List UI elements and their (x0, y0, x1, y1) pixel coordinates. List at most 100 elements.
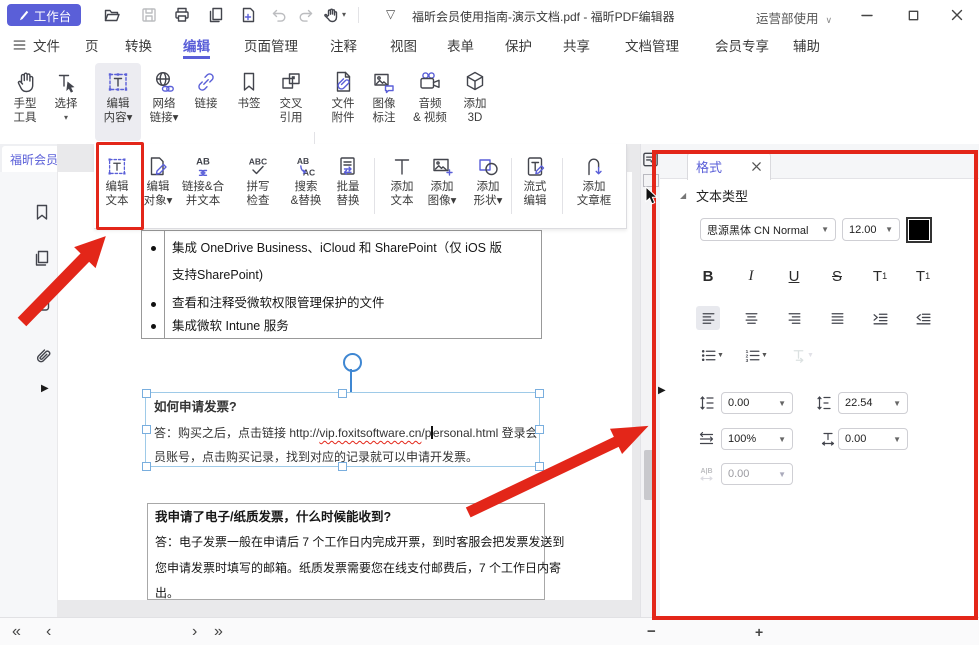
selection-handle[interactable] (535, 389, 544, 398)
right-panel-expand-arrow[interactable]: ▶ (658, 385, 666, 396)
collapse-toolbar-icon[interactable]: ▽ (386, 7, 395, 21)
font-family-select[interactable]: 思源黑体 CN Normal▼ (700, 218, 836, 241)
format-tab-close-icon[interactable] (751, 161, 762, 172)
numbered-list-button[interactable]: 123▼ (740, 343, 772, 367)
redo-icon[interactable] (298, 6, 316, 24)
zoom-out-button[interactable]: − (647, 618, 656, 645)
edit-content-button[interactable]: 编辑内容▾ (95, 63, 141, 141)
align-right-button[interactable] (782, 306, 806, 330)
flow-edit-button[interactable]: 流式编辑 (514, 148, 556, 224)
spell-check-button[interactable]: ABC 拼写检查 (236, 148, 280, 224)
rotation-handle[interactable] (343, 353, 362, 372)
web-link-button[interactable]: 网络链接▾ (142, 63, 186, 141)
add-image-button[interactable]: 添加图像▾ (420, 148, 464, 224)
prev-page-button[interactable]: ‹ (46, 618, 51, 645)
font-color-swatch[interactable] (906, 217, 932, 243)
underline-button[interactable]: U (780, 263, 808, 289)
left-panel-expand-arrow[interactable]: ▶ (41, 383, 49, 394)
hand-mode-dropdown-arrow[interactable]: ▾ (342, 10, 346, 19)
strikethrough-button[interactable]: S (823, 263, 851, 289)
menu-comment[interactable]: 注释 (330, 30, 357, 59)
link-merge-text-button[interactable]: AB 链接&合并文本 (177, 148, 229, 224)
hand-tool-button[interactable]: 手型工具 (3, 63, 47, 141)
menu-view[interactable]: 视图 (390, 30, 417, 59)
close-button[interactable] (935, 0, 979, 30)
section-collapse-arrow[interactable]: ◢ (680, 191, 686, 200)
horizontal-scale-select[interactable]: 100%▼ (721, 428, 793, 450)
line-height-select[interactable]: 22.54▼ (838, 392, 908, 414)
save-icon[interactable] (140, 6, 158, 24)
add-article-box-button[interactable]: 添加文章框 (566, 148, 622, 224)
align-center-button[interactable] (739, 306, 763, 330)
format-tab[interactable]: 格式 (687, 152, 771, 180)
menu-page-organize[interactable]: 页面管理 (244, 30, 298, 59)
edit-text-button[interactable]: 编辑文本 (95, 148, 139, 224)
account-menu[interactable]: 运营部使用 ∨ (756, 8, 832, 27)
selection-handle[interactable] (535, 462, 544, 471)
link-button[interactable]: 链接 (184, 63, 228, 141)
add-shape-button[interactable]: 添加形状▾ (466, 148, 510, 224)
minimize-button[interactable] (845, 0, 889, 30)
selection-handle[interactable] (142, 389, 151, 398)
format-panel-toggle-icon[interactable] (641, 150, 660, 169)
add-3d-button[interactable]: 添加3D (453, 63, 497, 141)
zoom-in-button[interactable]: + (755, 618, 763, 645)
menu-edit[interactable]: 编辑 (183, 30, 210, 59)
kerning-select[interactable]: 0.00▼ (721, 463, 793, 485)
cross-reference-button[interactable]: 交叉引用 (269, 63, 313, 141)
word-spacing-select[interactable]: 0.00▼ (838, 428, 908, 450)
align-left-button[interactable] (696, 306, 720, 330)
batch-replace-button[interactable]: 批量替换 (326, 148, 370, 224)
superscript-button[interactable]: T1 (866, 263, 894, 289)
selected-text-box[interactable]: 如何申请发票? 答：购买之后，点击链接 http://vip.foxitsoft… (145, 392, 540, 467)
italic-button[interactable]: I (737, 263, 765, 289)
subscript-button[interactable]: T1 (909, 263, 937, 289)
selection-handle[interactable] (338, 462, 347, 471)
menu-member[interactable]: 会员专享 (715, 30, 769, 59)
menu-protect[interactable]: 保护 (505, 30, 532, 59)
menu-convert[interactable]: 转换 (125, 30, 152, 59)
selection-handle[interactable] (142, 462, 151, 471)
next-page-button[interactable]: › (192, 618, 197, 645)
maximize-button[interactable] (891, 0, 935, 30)
image-annotation-button[interactable]: 图像标注 (362, 63, 406, 141)
bold-button[interactable]: B (694, 263, 722, 289)
new-page-icon[interactable] (239, 6, 257, 24)
menu-assist[interactable]: 辅助 (793, 30, 820, 59)
font-size-select[interactable]: 12.00▼ (842, 218, 900, 241)
increase-indent-button[interactable] (868, 306, 892, 330)
bullet-list-button[interactable]: ▼ (696, 343, 728, 367)
decrease-indent-button[interactable] (911, 306, 935, 330)
menu-share[interactable]: 共享 (563, 30, 590, 59)
open-file-icon[interactable] (103, 6, 121, 24)
text-direction-button[interactable]: ▼ (786, 343, 818, 367)
menu-file[interactable]: 文件 (33, 30, 60, 59)
bookmark-button[interactable]: 书签 (227, 63, 271, 141)
first-page-button[interactable]: « (12, 618, 21, 645)
attachments-panel-icon[interactable] (32, 345, 52, 365)
bookmarks-panel-icon[interactable] (32, 202, 52, 222)
document-scrollbar-thumb[interactable] (644, 450, 656, 500)
last-page-button[interactable]: » (214, 618, 223, 645)
hand-mode-icon[interactable] (322, 6, 340, 24)
edit-object-button[interactable]: 编辑对象▾ (136, 148, 180, 224)
search-replace-button[interactable]: ABAC 搜索&替换 (284, 148, 328, 224)
selection-handle[interactable] (142, 425, 151, 434)
add-text-button[interactable]: 添加文本 (380, 148, 424, 224)
copy-page-icon[interactable] (207, 6, 225, 24)
comments-panel-icon[interactable] (32, 297, 52, 317)
workspace-button[interactable]: 工作台 (7, 4, 81, 26)
print-icon[interactable] (173, 6, 191, 24)
pages-panel-icon[interactable] (32, 248, 52, 268)
file-attachment-button[interactable]: 文件附件 (321, 63, 365, 141)
select-tool-button[interactable]: 选择▾ (44, 63, 88, 141)
align-justify-button[interactable] (825, 306, 849, 330)
menu-doc-manage[interactable]: 文档管理 (625, 30, 679, 59)
selection-handle[interactable] (338, 389, 347, 398)
menu-form[interactable]: 表单 (447, 30, 474, 59)
undo-icon[interactable] (269, 6, 287, 24)
menu-clipped-tab[interactable]: 页 (85, 30, 98, 59)
selection-handle[interactable] (535, 425, 544, 434)
audio-video-button[interactable]: 音频& 视频 (404, 63, 456, 141)
char-spacing-select[interactable]: 0.00▼ (721, 392, 793, 414)
